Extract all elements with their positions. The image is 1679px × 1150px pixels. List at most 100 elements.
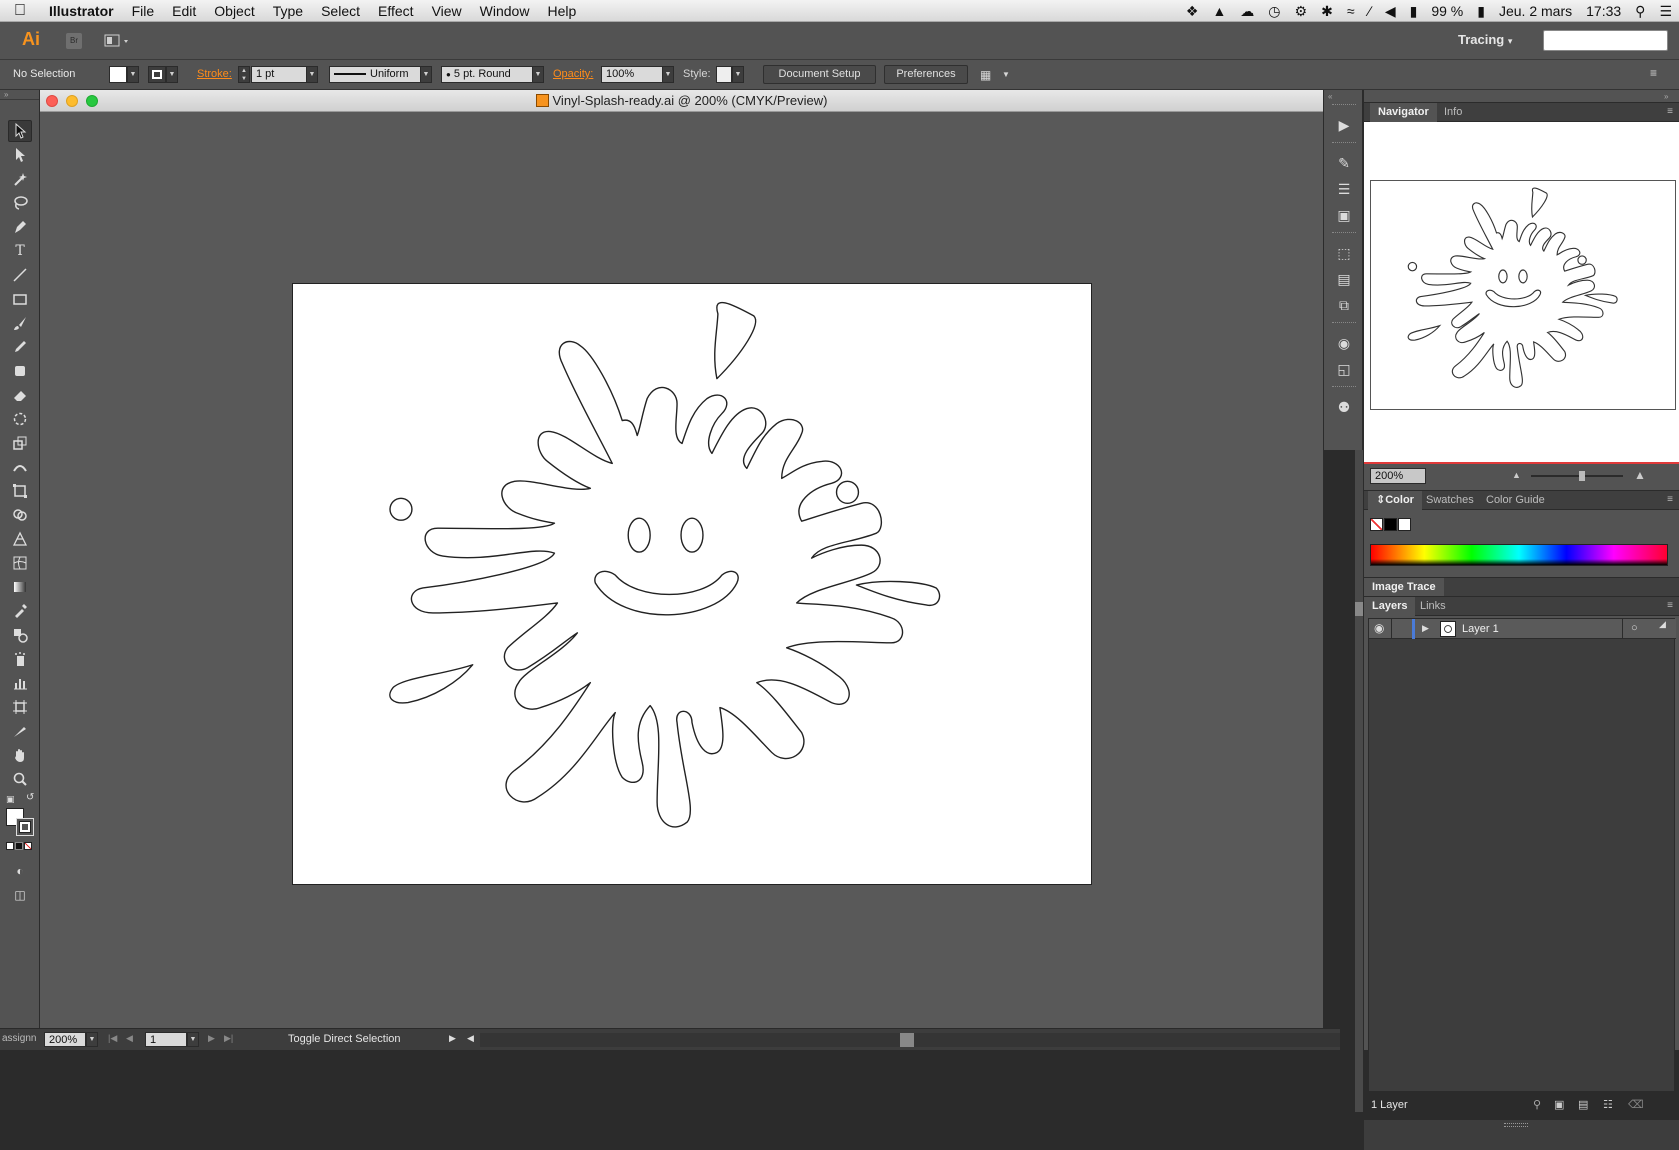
navigator-zoom-thumb[interactable] [1579, 471, 1585, 481]
bluetooth-icon[interactable]: ✱ [1314, 3, 1340, 20]
document-setup-button[interactable]: Document Setup [763, 65, 876, 84]
page-field[interactable]: 1 [145, 1032, 187, 1047]
next-page-icon[interactable]: ▶ [208, 1033, 215, 1044]
direct-selection-tool[interactable] [8, 144, 32, 166]
prev-page-icon[interactable]: ◀ [126, 1033, 133, 1044]
dropbox-icon[interactable]: ❖ [1179, 3, 1206, 20]
layers-menu-icon[interactable]: ≡ [1667, 600, 1673, 611]
gradient-panel-icon[interactable]: ▣ [1333, 204, 1355, 226]
fill-dropdown[interactable]: ▼ [127, 66, 139, 83]
profile-dropdown[interactable]: ▼ [420, 66, 432, 83]
zoom-dropdown[interactable]: ▼ [86, 1032, 98, 1047]
chevron-down-icon[interactable]: ▼ [1002, 70, 1010, 79]
zoom-out-icon[interactable]: ▲ [1512, 470, 1521, 480]
time-machine-icon[interactable]: ◷ [1261, 3, 1287, 20]
stroke-weight-field[interactable]: 1 pt [251, 66, 307, 83]
tab-swatches[interactable]: Swatches [1418, 491, 1482, 510]
symbol-sprayer-tool[interactable] [8, 648, 32, 670]
color-menu-icon[interactable]: ≡ [1667, 494, 1673, 505]
artboard[interactable] [292, 283, 1092, 885]
clock-time[interactable]: 17:33 [1579, 3, 1628, 19]
perspective-grid-tool[interactable] [8, 528, 32, 550]
tab-layers[interactable]: Layers [1364, 597, 1416, 616]
pen-tool[interactable] [8, 216, 32, 238]
blob-brush-tool[interactable] [8, 360, 32, 382]
visibility-eye-icon[interactable]: ◉ [1374, 621, 1384, 635]
preferences-button[interactable]: Preferences [884, 65, 968, 84]
stroke-weight-dropdown[interactable]: ▼ [306, 66, 318, 83]
opacity-field[interactable]: 100% [601, 66, 663, 83]
fill-swatch[interactable] [109, 66, 127, 83]
drawing-modes-icon[interactable]: ◐ [8, 860, 32, 882]
column-graph-tool[interactable] [8, 672, 32, 694]
black-color-swatch[interactable] [1384, 518, 1397, 531]
bridge-button[interactable]: Br [66, 33, 82, 49]
none-mode-icon[interactable] [24, 842, 32, 850]
stroke-stepper[interactable]: ▲ ▼ [238, 66, 250, 83]
transform-panel-icon[interactable]: ⬚ [1333, 242, 1355, 264]
target-circle-icon[interactable]: ○ [1631, 622, 1638, 634]
clock-date[interactable]: Jeu. 2 mars [1492, 3, 1579, 19]
gradient-mode-icon[interactable] [15, 842, 23, 850]
close-button[interactable] [46, 95, 58, 107]
volume-icon[interactable]: ◀ [1378, 3, 1403, 20]
notifications-icon[interactable]: ☰ [1652, 3, 1679, 20]
menu-view[interactable]: View [423, 0, 471, 22]
stroke-label[interactable]: Stroke: [197, 68, 232, 80]
tab-color[interactable]: ⇕Color [1368, 491, 1422, 510]
scale-tool[interactable] [8, 432, 32, 454]
apple-icon[interactable]:  [0, 2, 40, 20]
color-spectrum[interactable] [1370, 544, 1668, 566]
style-dropdown[interactable]: ▼ [732, 66, 744, 83]
expand-layer-icon[interactable]: ▶ [1422, 623, 1429, 634]
variable-width-profile[interactable]: Uniform [329, 66, 421, 83]
create-layer-icon[interactable]: ☷ [1603, 1098, 1613, 1111]
menu-object[interactable]: Object [205, 0, 263, 22]
tab-links[interactable]: Links [1412, 597, 1454, 616]
brush-definition[interactable]: ● 5 pt. Round [441, 66, 533, 83]
battery-text[interactable]: 99 % [1424, 3, 1470, 19]
tab-color-guide[interactable]: Color Guide [1478, 491, 1553, 510]
navigator-zoom-slider[interactable] [1531, 475, 1623, 477]
pencil-tool[interactable] [8, 336, 32, 358]
make-clipping-mask-icon[interactable]: ▣ [1554, 1098, 1564, 1111]
status-message[interactable]: Toggle Direct Selection [288, 1033, 401, 1045]
spotlight-icon[interactable]: ⚲ [1628, 3, 1652, 20]
zoom-tool[interactable] [8, 768, 32, 790]
free-transform-tool[interactable] [8, 480, 32, 502]
menu-select[interactable]: Select [312, 0, 369, 22]
cloud-icon[interactable]: ☁ [1233, 3, 1261, 20]
status-menu-arrow[interactable]: ▶ [449, 1033, 456, 1044]
navigator-preview[interactable] [1364, 122, 1679, 462]
selection-tool[interactable] [8, 120, 32, 142]
white-color-swatch[interactable] [1398, 518, 1411, 531]
dock-collapse-icon[interactable]: « [1328, 92, 1332, 101]
page-dropdown[interactable]: ▼ [187, 1032, 199, 1047]
brush-dropdown[interactable]: ▼ [532, 66, 544, 83]
navigator-zoom-field[interactable]: 200% [1370, 468, 1426, 484]
rotate-tool[interactable] [8, 408, 32, 430]
first-page-icon[interactable]: |◀ [108, 1033, 117, 1044]
horizontal-scrollbar[interactable] [480, 1033, 1340, 1047]
brushes-icon[interactable]: ✎ [1333, 152, 1355, 174]
scroll-left-arrow[interactable]: ◀ [467, 1033, 474, 1044]
magic-wand-tool[interactable] [8, 168, 32, 190]
menu-help[interactable]: Help [538, 0, 585, 22]
appearance-panel-icon[interactable]: ◉ [1333, 332, 1355, 354]
stroke-color-box[interactable] [16, 818, 34, 836]
layer-row[interactable]: ◉ ▶ Layer 1 ○ ◢ [1369, 619, 1676, 639]
lasso-tool[interactable] [8, 192, 32, 214]
pen-icon[interactable]: ∕ [1362, 3, 1378, 19]
flag-icon[interactable]: ▮ [1403, 3, 1425, 20]
mesh-tool[interactable] [8, 552, 32, 574]
menu-type[interactable]: Type [264, 0, 312, 22]
navigator-thumbnail[interactable] [1370, 180, 1676, 410]
zoom-field[interactable]: 200% [44, 1032, 86, 1047]
blend-tool[interactable] [8, 624, 32, 646]
graphic-styles-icon[interactable]: ◱ [1333, 358, 1355, 380]
image-trace-panel-icon[interactable]: ⚉ [1333, 396, 1355, 418]
actions-play-icon[interactable]: ▶ [1333, 114, 1355, 136]
horizontal-scroll-thumb[interactable] [900, 1033, 914, 1047]
menu-app[interactable]: Illustrator [40, 0, 123, 22]
battery-icon[interactable]: ▮ [1470, 3, 1492, 20]
